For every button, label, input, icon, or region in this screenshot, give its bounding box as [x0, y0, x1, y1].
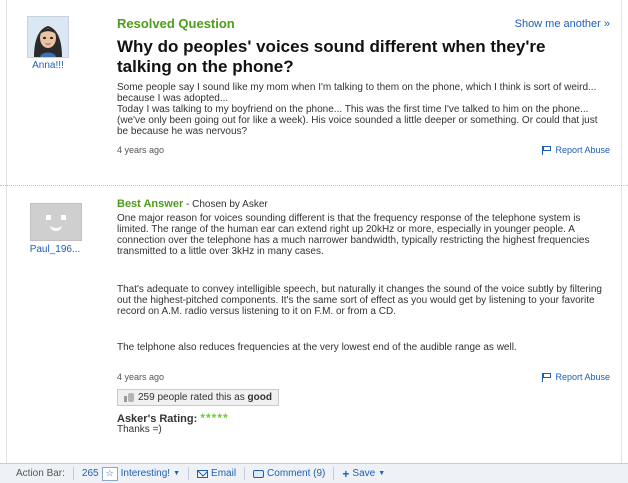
avatar-mouth: [50, 224, 62, 231]
comment-label: Comment (9): [267, 468, 326, 479]
answerer-username[interactable]: Paul_196...: [18, 244, 92, 255]
asker-avatar[interactable]: [27, 16, 69, 58]
rating-stars: *****: [200, 411, 229, 425]
report-abuse-label: Report Abuse: [555, 145, 610, 155]
show-another-link[interactable]: Show me another »: [515, 18, 610, 30]
thumbs-up-icon: [124, 393, 134, 402]
right-border-line: [621, 0, 622, 482]
rated-prefix: 259 people rated this as: [138, 392, 248, 403]
mail-icon: [197, 469, 209, 478]
report-abuse-label: Report Abuse: [555, 372, 610, 382]
question-time: 4 years ago: [117, 145, 165, 155]
email-button[interactable]: Email: [189, 467, 246, 480]
asker-rating: Asker's Rating: *****: [117, 411, 229, 425]
best-answer-label: Best Answer: [117, 198, 184, 210]
best-answer-header: Best Answer - Chosen by Asker: [117, 198, 268, 210]
question-title: Why do peoples' voices sound different w…: [117, 37, 546, 76]
rated-word: good: [247, 392, 272, 403]
comment-icon: [253, 469, 265, 478]
action-bar-label: Action Bar:: [0, 467, 74, 480]
avatar-eye-right: [61, 215, 66, 220]
answer-time: 4 years ago: [117, 372, 165, 382]
interesting-label: Interesting!: [120, 468, 171, 479]
left-border-line: [6, 0, 7, 482]
resolved-question-label: Resolved Question: [117, 16, 235, 31]
answer-paragraph: One major reason for voices sounding dif…: [117, 213, 590, 257]
action-bar: Action Bar: 265 ☆ Interesting! ▼ Email C…: [0, 463, 628, 483]
answerer-avatar[interactable]: [30, 203, 82, 241]
asker-avatar-image: [28, 17, 68, 57]
comment-button[interactable]: Comment (9): [245, 467, 335, 480]
section-divider: [0, 185, 628, 186]
email-label: Email: [211, 468, 237, 479]
rated-text: 259 people rated this as good: [138, 392, 272, 403]
flag-icon: [542, 372, 552, 382]
save-label: Save: [352, 468, 376, 479]
chosen-by-text: - Chosen by Asker: [183, 199, 268, 210]
asker-username[interactable]: Anna!!!: [27, 60, 69, 71]
avatar-eye-left: [46, 215, 51, 220]
question-report-abuse-link[interactable]: Report Abuse: [542, 145, 610, 155]
chevron-down-icon: ▼: [378, 470, 386, 477]
save-button[interactable]: + Save ▼: [334, 467, 393, 480]
answer-paragraph: The telphone also reduces frequencies at…: [117, 342, 517, 353]
chevron-down-icon: ▼: [173, 470, 181, 477]
interesting-count: 265: [81, 468, 99, 479]
rated-good-box[interactable]: 259 people rated this as good: [117, 389, 279, 406]
answer-report-abuse-link[interactable]: Report Abuse: [542, 372, 610, 382]
plus-icon: +: [342, 466, 350, 481]
interesting-button[interactable]: 265 ☆ Interesting! ▼: [74, 466, 190, 481]
asker-comment: Thanks =): [117, 424, 162, 435]
question-body: Some people say I sound like my mom when…: [117, 82, 598, 137]
answer-paragraph: That's adequate to convey intelligible s…: [117, 284, 602, 317]
star-icon: ☆: [101, 466, 118, 481]
flag-icon: [542, 145, 552, 155]
